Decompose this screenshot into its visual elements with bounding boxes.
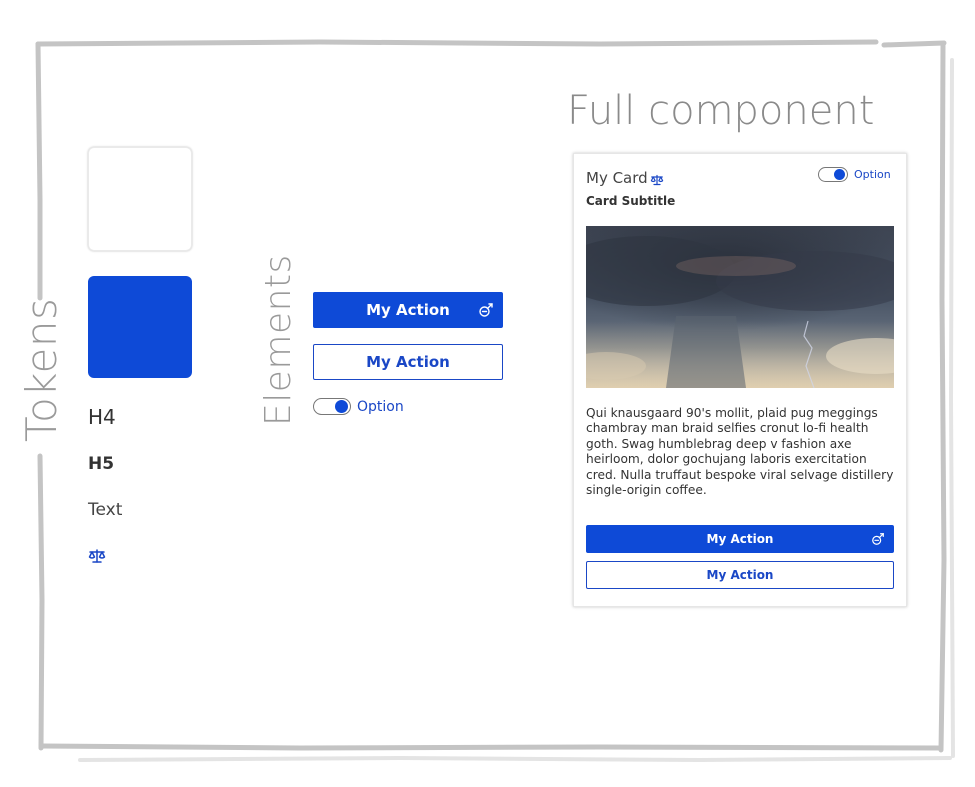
card-subtitle: Card Subtitle xyxy=(586,194,676,208)
white-color-token xyxy=(88,147,192,251)
blue-color-token xyxy=(88,276,192,378)
toggle-track[interactable] xyxy=(818,167,848,182)
toggle-track[interactable] xyxy=(313,398,351,415)
thumb-icon xyxy=(478,302,494,318)
secondary-action-label: My Action xyxy=(366,353,450,371)
h5-token: H5 xyxy=(88,454,115,474)
toggle-knob xyxy=(335,400,348,413)
toggle-knob xyxy=(834,169,845,180)
card-secondary-action-label: My Action xyxy=(706,568,774,582)
primary-action-label: My Action xyxy=(366,301,450,319)
scale-icon xyxy=(650,171,664,190)
card-title: My Card xyxy=(586,169,648,187)
scale-icon xyxy=(88,548,106,568)
h4-token: H4 xyxy=(88,405,116,429)
toggle-label: Option xyxy=(357,398,404,415)
elements-section-label: Elements xyxy=(258,254,299,426)
thumb-icon xyxy=(871,532,885,546)
text-token: Text xyxy=(88,500,123,520)
secondary-action-button[interactable]: My Action xyxy=(313,344,503,380)
primary-action-button[interactable]: My Action xyxy=(313,292,503,328)
tokens-section-label: Tokens xyxy=(17,297,66,442)
card-option-toggle[interactable]: Option xyxy=(818,167,891,182)
card: My Card Option Card Subtitle Qui knausga… xyxy=(573,153,907,607)
full-component-heading: Full component xyxy=(567,88,875,134)
storm-clouds-image xyxy=(586,226,894,388)
card-toggle-label: Option xyxy=(854,168,891,181)
card-body-text: Qui knausgaard 90's mollit, plaid pug me… xyxy=(586,406,894,498)
card-secondary-action-button[interactable]: My Action xyxy=(586,561,894,589)
canvas: Tokens Elements Full component H4 H5 Tex… xyxy=(0,0,975,787)
option-toggle[interactable]: Option xyxy=(313,398,404,415)
card-primary-action-button[interactable]: My Action xyxy=(586,525,894,553)
card-primary-action-label: My Action xyxy=(706,532,774,546)
